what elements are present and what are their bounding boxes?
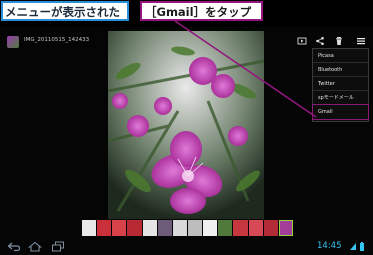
- thumbnail[interactable]: [203, 220, 218, 236]
- recent-apps-icon[interactable]: [51, 241, 65, 252]
- thumbnail-filmstrip: [82, 220, 293, 236]
- home-icon[interactable]: [28, 241, 42, 252]
- thumbnail[interactable]: [263, 220, 278, 236]
- tablet-screen: IMG_20110515_142433 Picasa Bluetooth Twi…: [0, 27, 373, 255]
- delete-icon[interactable]: [334, 36, 344, 46]
- thumbnail[interactable]: [172, 220, 187, 236]
- thumbnail[interactable]: [82, 220, 97, 236]
- back-icon[interactable]: [7, 241, 21, 252]
- annotation-menu-shown: メニューが表示された: [1, 1, 129, 21]
- thumbnail[interactable]: [127, 220, 142, 236]
- status-icons: [350, 242, 364, 251]
- menu-item-picasa[interactable]: Picasa: [313, 49, 368, 63]
- system-nav-bar: 14:45: [0, 238, 373, 255]
- share-icon[interactable]: [315, 36, 325, 46]
- thumbnail-selected[interactable]: [278, 220, 293, 236]
- menu-icon[interactable]: [356, 36, 366, 46]
- gallery-app-icon[interactable]: [7, 36, 19, 48]
- thumbnail[interactable]: [248, 220, 263, 236]
- thumbnail[interactable]: [233, 220, 248, 236]
- thumbnail[interactable]: [97, 220, 112, 236]
- thumbnail[interactable]: [112, 220, 127, 236]
- menu-item-sp-mode-mail[interactable]: spモードメール: [313, 91, 368, 105]
- menu-item-bluetooth[interactable]: Bluetooth: [313, 63, 368, 77]
- wifi-icon: [350, 243, 356, 250]
- thumbnail[interactable]: [157, 220, 172, 236]
- menu-item-twitter[interactable]: Twitter: [313, 77, 368, 91]
- thumbnail[interactable]: [187, 220, 203, 236]
- thumbnail[interactable]: [142, 220, 157, 236]
- azalea-photo[interactable]: [108, 31, 264, 219]
- battery-icon: [360, 242, 364, 251]
- clock: 14:45: [317, 241, 342, 251]
- file-name: IMG_20110515_142433: [24, 37, 90, 43]
- annotation-tap-gmail: ［Gmail］をタップ: [140, 1, 263, 21]
- menu-item-gmail[interactable]: Gmail: [312, 104, 369, 120]
- thumbnail[interactable]: [218, 220, 233, 236]
- slideshow-icon[interactable]: [297, 36, 307, 46]
- share-menu: Picasa Bluetooth Twitter spモードメール Gmail: [312, 48, 369, 122]
